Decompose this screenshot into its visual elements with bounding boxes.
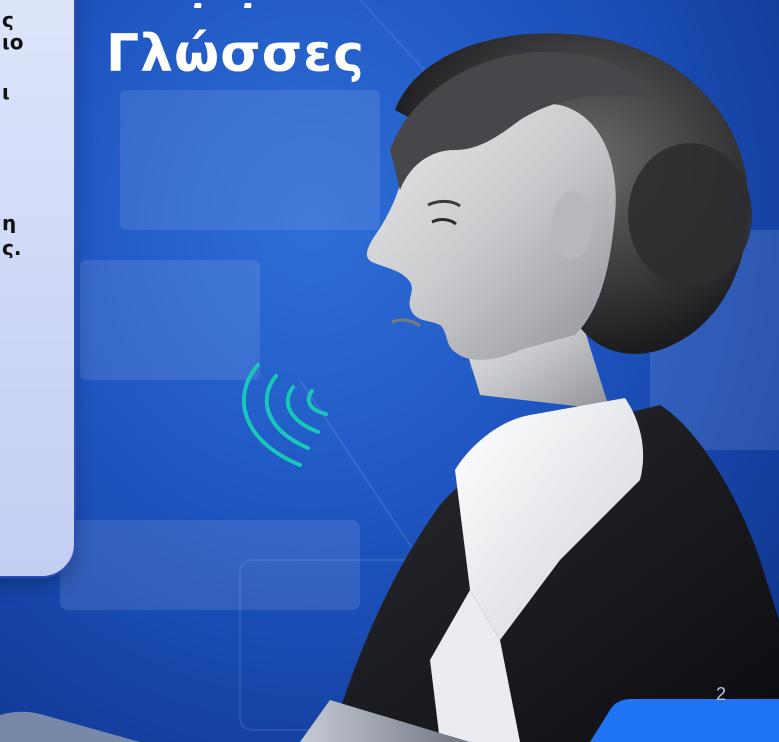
- info-card: ς ιο ι η ς.: [0, 0, 76, 578]
- slide-canvas: ς ιο ι η ς. Γλώσσες 2: [0, 0, 779, 742]
- title-previous-line-fragment: [190, 0, 310, 8]
- slide-title: Γλώσσες: [106, 24, 366, 84]
- card-text-line: ι: [2, 82, 10, 102]
- background-photo: [0, 0, 779, 742]
- card-text-line: η: [2, 213, 17, 233]
- page-number: 2: [716, 684, 727, 704]
- card-text-line: ιο: [2, 32, 24, 52]
- card-text-line: ς.: [2, 238, 22, 258]
- card-text-line: ς: [2, 10, 14, 30]
